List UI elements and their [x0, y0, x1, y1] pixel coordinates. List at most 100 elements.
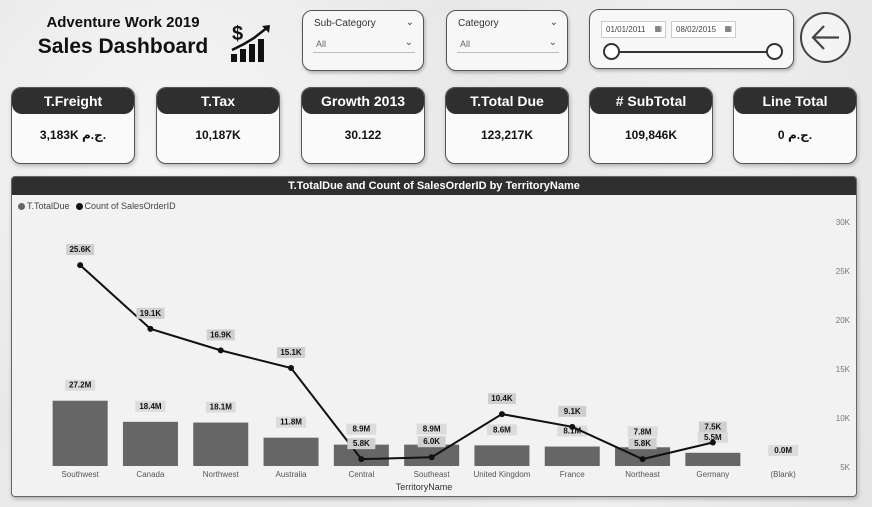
line-point — [709, 439, 716, 446]
x-tick-label: Southeast — [414, 470, 451, 479]
category-slicer: Category ⌄ All ⌄ — [446, 10, 568, 71]
bar-data-label: 8.6M — [493, 425, 511, 434]
bar-data-label: 8.9M — [423, 425, 441, 434]
territory-chart: 30K 25K 20K 15K 10K 5K 27.2M Southwest 18.4M Cana… — [52, 218, 851, 492]
line-data-label: 5.8K — [353, 439, 370, 448]
legend-bar-dot — [18, 203, 25, 210]
bar-data-label: 0.0M — [774, 446, 792, 455]
legend-line-label: Count of SalesOrderID — [84, 201, 176, 211]
kpi-title: T.Freight — [12, 88, 134, 114]
kpi-value: 10,187K — [195, 128, 241, 142]
territory-chart-card: 30K 25K 20K 15K 10K 5K 27.2M Southwest 18.4M Cana… — [11, 176, 857, 497]
bar-total-due — [263, 437, 319, 466]
end-date-value: 08/02/2015 — [676, 25, 717, 34]
kpi-growth-card: Growth 2013 30.122 — [301, 87, 425, 164]
line-point — [358, 456, 365, 463]
start-date-input[interactable]: 01/01/2011 ▦ — [601, 21, 666, 38]
bar-data-label: 7.8M — [634, 427, 652, 436]
title-block: Adventure Work 2019 Sales Dashboard — [28, 14, 218, 59]
collapse-chevron-icon[interactable]: ⌄ — [550, 17, 558, 28]
line-data-label: 7.5K — [704, 423, 721, 432]
start-date-handle[interactable] — [603, 43, 620, 60]
x-tick-label: (Blank) — [770, 470, 796, 479]
collapse-chevron-icon[interactable]: ⌄ — [406, 17, 414, 28]
bar-data-label: 11.8M — [280, 418, 302, 427]
line-data-label: 25.6K — [69, 245, 91, 254]
y2-tick-label: 30K — [836, 218, 851, 227]
kpi-title: T.Tax — [157, 88, 279, 114]
x-tick-label: Australia — [275, 470, 307, 479]
kpi-value: 3,183K ج.م. — [39, 128, 107, 142]
legend-line-dot — [75, 203, 83, 210]
kpi-subtotal-card: # SubTotal 109,846K — [589, 87, 713, 164]
end-date-input[interactable]: 08/02/2015 ▦ — [671, 21, 736, 38]
bar-total-due — [52, 400, 108, 466]
line-data-label: 6.0K — [423, 437, 440, 446]
bar-data-label: 18.1M — [210, 403, 233, 412]
line-data-label: 9.1K — [564, 407, 581, 416]
chevron-down-icon: ⌄ — [404, 37, 413, 48]
calendar-icon[interactable]: ▦ — [654, 24, 662, 33]
y2-tick-label: 15K — [836, 365, 851, 374]
bar-data-label: 8.9M — [352, 425, 370, 434]
date-range-track[interactable] — [610, 51, 773, 53]
line-data-label: 5.8K — [634, 439, 651, 448]
kpi-title: Line Total — [734, 88, 856, 114]
line-data-label: 15.1K — [280, 348, 302, 357]
chevron-down-icon: ⌄ — [548, 37, 557, 48]
line-data-label: 10.4K — [491, 394, 513, 403]
x-tick-label: United Kingdom — [473, 470, 530, 479]
subcategory-dropdown[interactable]: All ⌄ — [313, 35, 415, 53]
kpi-value: 123,217K — [480, 128, 534, 142]
calendar-icon[interactable]: ▦ — [724, 24, 732, 33]
category-label: Category — [458, 18, 499, 29]
kpi-title: T.Total Due — [446, 88, 568, 114]
line-data-label: 16.9K — [210, 330, 232, 339]
end-date-handle[interactable] — [766, 43, 783, 60]
line-point — [217, 347, 224, 354]
subcategory-label: Sub-Category — [314, 18, 376, 29]
category-value: All — [460, 39, 471, 49]
y2-tick-label: 5K — [840, 463, 850, 472]
back-button[interactable] — [800, 12, 851, 63]
kpi-tax-card: T.Tax 10,187K — [156, 87, 280, 164]
x-tick-label: Central — [348, 470, 374, 479]
line-point — [428, 454, 435, 461]
line-point — [639, 456, 646, 463]
x-tick-label: Northwest — [203, 470, 240, 479]
legend-item-bar[interactable]: T.TotalDue — [18, 201, 70, 211]
kpi-line-total-card: Line Total 0 ج.م. — [733, 87, 857, 164]
kpi-value: 109,846K — [624, 128, 678, 142]
bar-total-due — [685, 452, 741, 466]
bar-total-due — [193, 422, 249, 466]
x-tick-label: Northeast — [625, 470, 660, 479]
x-tick-label: Canada — [136, 470, 165, 479]
line-point — [147, 325, 154, 332]
x-tick-label: Southwest — [61, 470, 99, 479]
kpi-value: 0 ج.م. — [777, 128, 813, 142]
x-tick-label: Germany — [696, 470, 729, 479]
subcategory-slicer: Sub-Category ⌄ All ⌄ — [302, 10, 424, 71]
bar-total-due — [544, 446, 600, 466]
chart-title: T.TotalDue and Count of SalesOrderID by … — [12, 177, 856, 195]
legend-bar-label: T.TotalDue — [27, 201, 70, 211]
category-dropdown[interactable]: All ⌄ — [457, 35, 559, 53]
kpi-value: 30.122 — [344, 128, 382, 142]
y2-tick-label: 25K — [836, 267, 851, 276]
money-growth-icon: $ — [231, 23, 270, 62]
kpi-total-due-card: T.Total Due 123,217K — [445, 87, 569, 164]
kpi-title: Growth 2013 — [302, 88, 424, 114]
x-tick-label: France — [560, 470, 585, 479]
back-arrow-icon — [811, 25, 839, 50]
kpi-title: # SubTotal — [590, 88, 712, 114]
kpi-freight-card: T.Freight 3,183K ج.م. — [11, 87, 135, 164]
y2-tick-label: 20K — [836, 316, 851, 325]
x-axis-title: TerritoryName — [396, 482, 453, 492]
chart-legend: T.TotalDue Count of SalesOrderID — [18, 201, 176, 211]
dashboard-title: Sales Dashboard — [37, 35, 209, 58]
legend-item-line[interactable]: Count of SalesOrderID — [75, 201, 176, 211]
y2-tick-label: 10K — [836, 414, 851, 423]
bar-data-label: 18.4M — [139, 402, 162, 411]
bar-total-due — [474, 445, 530, 466]
start-date-value: 01/01/2011 — [606, 25, 646, 34]
